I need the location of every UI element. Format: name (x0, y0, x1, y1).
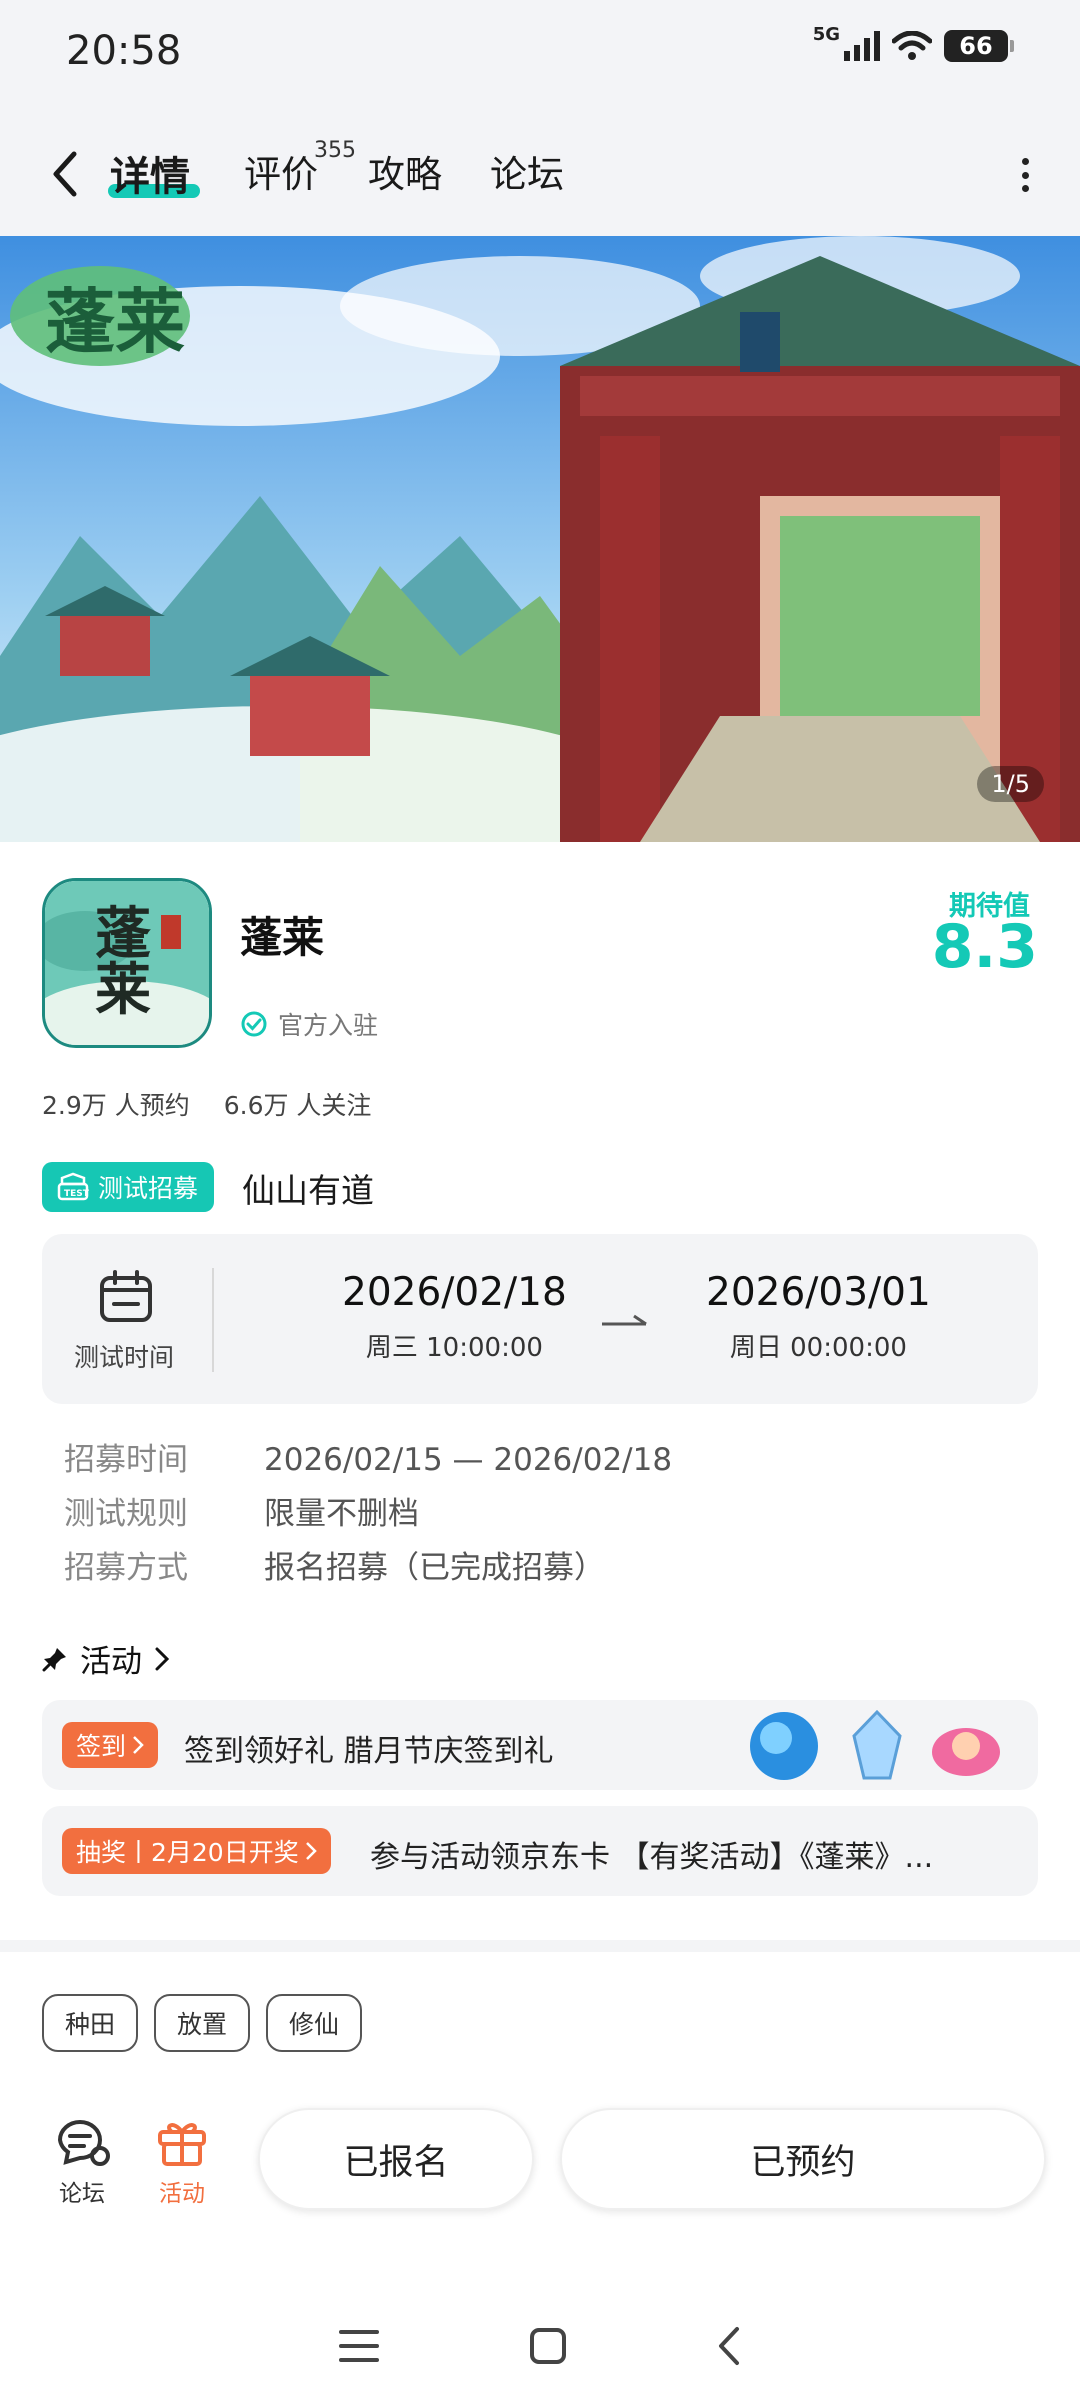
svg-text:蓬莱: 蓬莱 (45, 280, 185, 363)
checkin-tag: 签到 (62, 1722, 159, 1768)
chevron-right-icon (155, 1647, 170, 1670)
forum-chat-icon (57, 2120, 110, 2166)
recruit-period-row: 招募时间 2026/02/15 — 2026/02/18 (64, 1434, 672, 1479)
activity-section-link[interactable]: 活动 (42, 1636, 170, 1681)
battery-icon: 66 (944, 30, 1014, 62)
tab-details[interactable]: 详情 (110, 144, 190, 202)
test-time-label: 测试时间 (74, 1343, 175, 1372)
test-recruit-badge: TEST 测试招募 (42, 1162, 215, 1212)
checkin-text: 签到领好礼 腊月节庆签到礼 (184, 1734, 554, 1769)
battery-level: 66 (959, 32, 993, 60)
lottery-text: 参与活动领京东卡 【有奖活动】《蓬莱》... (370, 1840, 934, 1875)
review-count-badge: 355 (314, 138, 356, 163)
test-rule-key: 测试规则 (64, 1496, 188, 1532)
verified-check-icon (241, 1011, 267, 1037)
calendar-icon (100, 1270, 152, 1322)
system-navigation-bar (0, 2290, 1080, 2401)
tag-farming[interactable]: 种田 (42, 1994, 138, 2052)
signup-button[interactable]: 已报名 (258, 2108, 534, 2210)
recruit-period-key: 招募时间 (64, 1442, 188, 1478)
status-time: 20:58 (66, 28, 182, 74)
menu-icon[interactable] (339, 2328, 379, 2364)
game-icon: 蓬 莱 (42, 878, 212, 1048)
recruit-method-key: 招募方式 (64, 1550, 188, 1586)
test-end: 2026/03/01 周日 00:00:00 (706, 1270, 931, 1364)
recruit-test-icon: TEST (57, 1172, 90, 1201)
chevron-left-icon (53, 151, 77, 197)
section-separator (0, 1940, 1080, 1952)
recruit-title: 仙山有道 (242, 1171, 374, 1210)
test-time-card: 测试时间 2026/02/18 周三 10:00:00 2026/03/01 周… (42, 1234, 1038, 1404)
test-end-date: 2026/03/01 (706, 1270, 931, 1315)
tab-reviews[interactable]: 评价 (244, 144, 318, 198)
forum-shortcut-label: 论坛 (59, 2181, 105, 2207)
tag-idle[interactable]: 放置 (154, 1994, 250, 2052)
lottery-tag-label: 抽奖丨2月20日开奖 (76, 1838, 299, 1867)
test-start: 2026/02/18 周三 10:00:00 (342, 1270, 567, 1364)
test-rule-value: 限量不删档 (264, 1496, 419, 1532)
back-button[interactable] (40, 146, 90, 202)
forum-shortcut[interactable]: 论坛 (42, 2116, 122, 2208)
reward-flower-icon (932, 1728, 1000, 1776)
back-nav-icon[interactable] (717, 2326, 741, 2366)
svg-text:TEST: TEST (64, 1189, 90, 1199)
more-options-button[interactable] (1010, 150, 1040, 200)
expectation-score: 8.3 (931, 912, 1038, 982)
activity-shortcut[interactable]: 活动 (142, 2116, 222, 2208)
recruit-method-value: 报名招募（已完成招募） (264, 1550, 605, 1586)
banner-artwork: 蓬莱 (0, 236, 1080, 842)
activity-item-lottery[interactable]: 抽奖丨2月20日开奖 参与活动领京东卡 【有奖活动】《蓬莱》... (42, 1806, 1038, 1896)
activity-header-label: 活动 (80, 1644, 142, 1680)
chevron-right-icon (305, 1842, 317, 1860)
signal-icon (844, 31, 880, 61)
reserve-button[interactable]: 已预约 (560, 2108, 1046, 2210)
network-type-label: 5G (812, 23, 840, 45)
arrow-right-icon (602, 1314, 647, 1326)
wifi-icon (892, 31, 932, 60)
pin-icon (42, 1647, 66, 1671)
reward-crystal-icon (852, 1709, 902, 1780)
game-stats: 2.9万 人预约 6.6万 人关注 (42, 1086, 371, 1122)
follower-count: 6.6万 人关注 (223, 1091, 372, 1120)
test-start-time: 周三 10:00:00 (365, 1333, 543, 1363)
tag-cultivation[interactable]: 修仙 (266, 1994, 362, 2052)
banner-carousel[interactable]: 蓬莱 1/5 (0, 236, 1080, 842)
test-start-date: 2026/02/18 (342, 1270, 567, 1315)
gift-icon (158, 2123, 206, 2166)
divider (212, 1268, 214, 1372)
reservation-count: 2.9万 人预约 (42, 1091, 190, 1120)
game-title: 蓬莱 (240, 913, 325, 962)
recruit-method-row: 招募方式 报名招募（已完成招募） (64, 1542, 605, 1587)
tab-forum[interactable]: 论坛 (490, 144, 564, 198)
chevron-right-icon (133, 1736, 144, 1754)
recruit-badge-label: 测试招募 (98, 1174, 199, 1203)
banner-page-counter: 1/5 (977, 766, 1044, 802)
recruit-period-value: 2026/02/15 — 2026/02/18 (264, 1442, 673, 1478)
activity-item-checkin[interactable]: 签到 签到领好礼 腊月节庆签到礼 (42, 1700, 1038, 1790)
lottery-tag: 抽奖丨2月20日开奖 (62, 1828, 331, 1874)
top-nav: 详情 评价 355 攻略 论坛 (0, 110, 1080, 236)
svg-text:莱: 莱 (95, 957, 151, 1023)
status-icons: 5G 66 (813, 24, 1014, 62)
checkin-tag-label: 签到 (76, 1732, 127, 1761)
test-end-time: 周日 00:00:00 (729, 1333, 907, 1363)
activity-shortcut-label: 活动 (159, 2181, 205, 2207)
status-bar: 20:58 5G 66 (0, 0, 1080, 110)
tab-guides[interactable]: 攻略 (368, 144, 442, 198)
home-icon[interactable] (529, 2327, 567, 2365)
official-badge: 官方入驻 (240, 1006, 378, 1042)
test-rule-row: 测试规则 限量不删档 (64, 1488, 419, 1533)
reward-orb-icon (750, 1712, 818, 1780)
official-label: 官方入驻 (278, 1011, 379, 1040)
